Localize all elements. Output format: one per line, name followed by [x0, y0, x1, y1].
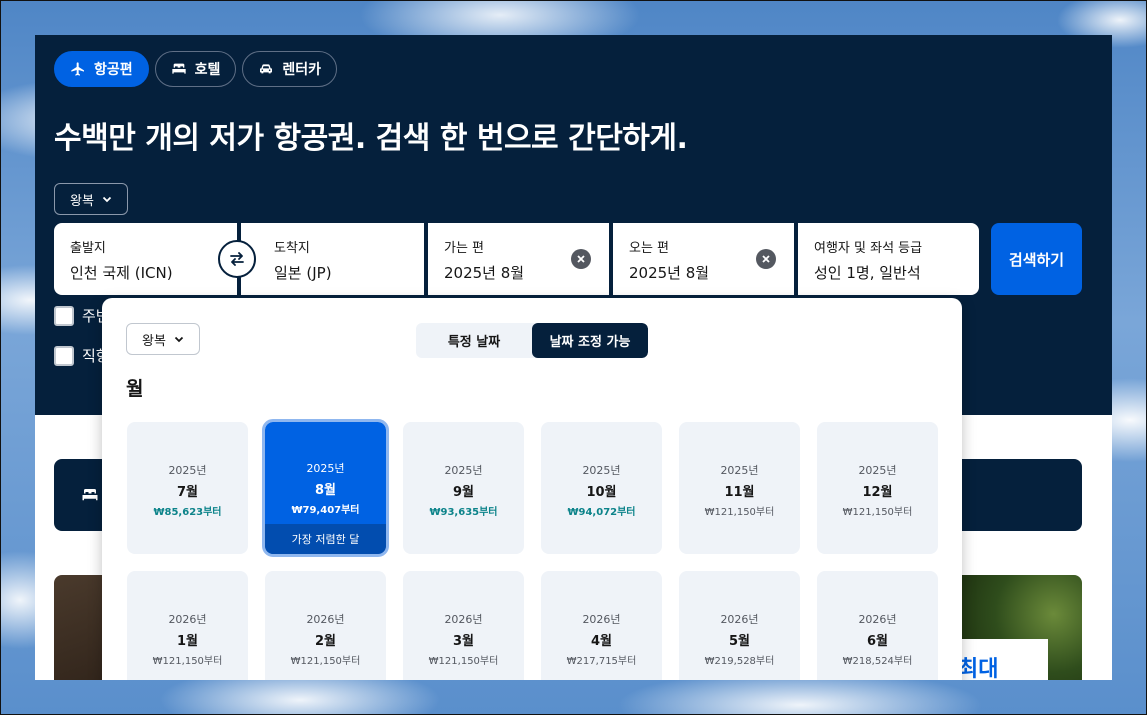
clear-depart-button[interactable] — [571, 249, 591, 269]
close-icon — [762, 255, 770, 263]
chevron-down-icon — [102, 196, 112, 203]
month-year: 2026년 — [720, 613, 759, 626]
month-name: 5월 — [728, 634, 750, 649]
month-price: ₩121,150부터 — [842, 507, 913, 518]
month-price: ₩79,407부터 — [291, 505, 360, 516]
return-value: 2025년 8월 — [629, 264, 710, 282]
month-tile[interactable]: 2026년 5월 ₩219,528부터 — [679, 571, 800, 680]
month-year: 2025년 — [168, 464, 207, 477]
depart-value: 2025년 8월 — [444, 264, 525, 282]
tab-car-hire-label: 렌터카 — [282, 62, 322, 78]
month-year: 2026년 — [168, 613, 207, 626]
return-label: 오는 편 — [629, 241, 670, 256]
month-price: ₩218,524부터 — [842, 656, 913, 667]
close-icon — [577, 255, 585, 263]
month-price: ₩121,150부터 — [428, 656, 499, 667]
month-grid: 2025년 7월 ₩85,623부터 2025년 8월 ₩79,407부터가장 저렴한 달… — [127, 419, 938, 680]
month-name: 7월 — [176, 485, 198, 500]
swap-icon — [230, 252, 244, 266]
clear-return-button[interactable] — [756, 249, 776, 269]
month-tile[interactable]: 2025년 9월 ₩93,635부터 — [403, 422, 524, 554]
month-price: ₩121,150부터 — [290, 656, 361, 667]
date-picker-popover: 왕복 특정 날짜 날짜 조정 가능 월 2025년 7월 ₩85,623부터 2025… — [102, 298, 962, 680]
picker-trip-type-dropdown[interactable]: 왕복 — [126, 323, 200, 355]
checkbox-box[interactable] — [54, 345, 74, 366]
cheapest-month-badge: 가장 저렴한 달 — [265, 524, 386, 554]
origin-value: 인천 국제 (ICN) — [70, 264, 173, 282]
month-name: 3월 — [452, 634, 474, 649]
tab-flights-label: 항공편 — [94, 62, 133, 78]
month-name: 4월 — [590, 634, 612, 649]
trip-type-dropdown[interactable]: 왕복 — [54, 183, 128, 215]
month-heading: 월 — [126, 378, 144, 400]
month-year: 2025년 — [582, 464, 621, 477]
plane-icon — [71, 62, 84, 76]
origin-field[interactable]: 출발지 인천 국제 (ICN) — [54, 223, 237, 295]
month-tile[interactable]: 2025년 7월 ₩85,623부터 — [127, 422, 248, 554]
month-tile[interactable]: 2026년 6월 ₩218,524부터 — [817, 571, 938, 680]
month-year: 2026년 — [582, 613, 621, 626]
month-price: ₩93,635부터 — [429, 507, 498, 518]
month-price: ₩94,072부터 — [567, 507, 636, 518]
month-price: ₩121,150부터 — [152, 656, 223, 667]
month-tile[interactable]: 2026년 4월 ₩217,715부터 — [541, 571, 662, 680]
checkbox-box[interactable] — [54, 305, 74, 326]
destination-label: 도착지 — [274, 241, 310, 256]
page-viewport: 항공편 호텔 렌터카 수백만 개의 저가 항공권. 검색 한 번으로 간단하게.… — [35, 35, 1112, 680]
month-name: 10월 — [586, 485, 617, 500]
swap-airports-button[interactable] — [218, 240, 256, 278]
month-tile[interactable]: 2026년 1월 ₩121,150부터 — [127, 571, 248, 680]
month-price: ₩217,715부터 — [566, 656, 637, 667]
month-name: 1월 — [176, 634, 198, 649]
destination-field[interactable]: 도착지 일본 (JP) — [241, 223, 424, 295]
month-year: 2025년 — [444, 464, 483, 477]
month-tile[interactable]: 2025년 11월 ₩121,150부터 — [679, 422, 800, 554]
month-name: 6월 — [866, 634, 888, 649]
travellers-field[interactable]: 여행자 및 좌석 등급 성인 1명, 일반석 — [798, 223, 979, 295]
travellers-label: 여행자 및 좌석 등급 — [814, 241, 923, 256]
month-tile[interactable]: 2025년 12월 ₩121,150부터 — [817, 422, 938, 554]
month-name: 11월 — [724, 485, 755, 500]
month-name: 9월 — [452, 485, 474, 500]
search-button[interactable]: 검색하기 — [991, 223, 1082, 295]
tab-hotels-label: 호텔 — [194, 62, 221, 78]
product-tabs: 항공편 호텔 렌터카 — [54, 51, 338, 87]
chevron-down-icon — [174, 336, 184, 343]
destination-value: 일본 (JP) — [274, 264, 332, 282]
bed-icon — [171, 63, 186, 74]
travellers-value: 성인 1명, 일반석 — [814, 264, 921, 282]
month-year: 2025년 — [858, 464, 897, 477]
month-name: 8월 — [314, 483, 336, 498]
trip-type-label: 왕복 — [70, 193, 94, 209]
page-headline: 수백만 개의 저가 항공권. 검색 한 번으로 간단하게. — [54, 121, 688, 156]
tab-flexible-dates[interactable]: 날짜 조정 가능 — [532, 323, 648, 358]
month-tile[interactable]: 2026년 3월 ₩121,150부터 — [403, 571, 524, 680]
month-year: 2025년 — [306, 462, 345, 475]
month-tile[interactable]: 2025년 8월 ₩79,407부터가장 저렴한 달 — [262, 419, 389, 557]
month-name: 2월 — [314, 634, 336, 649]
depart-label: 가는 편 — [444, 241, 485, 256]
month-year: 2025년 — [720, 464, 759, 477]
month-name: 12월 — [862, 485, 893, 500]
origin-label: 출발지 — [70, 241, 106, 256]
month-year: 2026년 — [306, 613, 345, 626]
tab-specific-dates[interactable]: 특정 날짜 — [416, 323, 532, 358]
car-icon — [260, 64, 273, 74]
month-price: ₩121,150부터 — [704, 507, 775, 518]
month-year: 2026년 — [444, 613, 483, 626]
month-tile[interactable]: 2026년 2월 ₩121,150부터 — [265, 571, 386, 680]
tab-car-hire[interactable]: 렌터카 — [242, 51, 338, 87]
month-tile[interactable]: 2025년 10월 ₩94,072부터 — [541, 422, 662, 554]
tab-flights[interactable]: 항공편 — [54, 51, 149, 87]
month-year: 2026년 — [858, 613, 897, 626]
tab-hotels[interactable]: 호텔 — [154, 51, 237, 87]
date-mode-toggle: 특정 날짜 날짜 조정 가능 — [416, 323, 648, 358]
picker-trip-type-label: 왕복 — [142, 333, 166, 349]
return-date-field[interactable]: 오는 편 2025년 8월 — [613, 223, 794, 295]
bed-icon — [82, 489, 98, 501]
month-price: ₩85,623부터 — [153, 507, 222, 518]
month-price: ₩219,528부터 — [704, 656, 775, 667]
depart-date-field[interactable]: 가는 편 2025년 8월 — [428, 223, 609, 295]
